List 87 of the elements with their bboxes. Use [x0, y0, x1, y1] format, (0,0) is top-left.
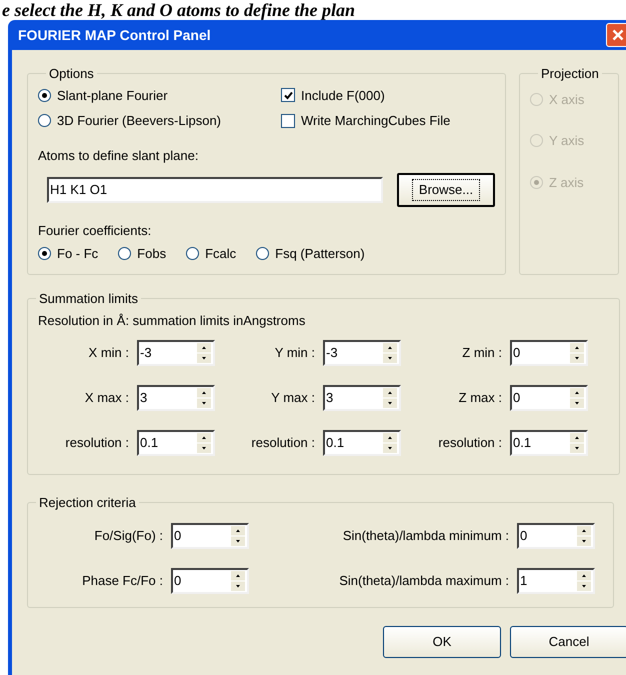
radio-label: Y axis: [549, 132, 584, 150]
field-label: Sin(theta)/lambda minimum :: [342, 526, 509, 545]
caption-text: e select the H, K and O atoms to define the plan: [1, 0, 356, 20]
field-value: 0: [173, 526, 182, 545]
radio-label: X axis: [549, 90, 584, 108]
spinner-arrows-icon[interactable]: [570, 433, 584, 453]
radio-button[interactable]: [186, 246, 200, 260]
field-label: resolution :: [251, 434, 315, 452]
field-value: 0: [512, 389, 522, 408]
radio-button[interactable]: [38, 114, 51, 128]
spinner-arrows-icon[interactable]: [570, 343, 584, 363]
field-value: 0: [519, 526, 528, 545]
spinner-arrows-icon[interactable]: [197, 433, 211, 453]
spin-field[interactable]: 3: [137, 385, 215, 411]
spinner-arrows-icon[interactable]: [197, 388, 211, 408]
field-label: resolution :: [438, 434, 502, 452]
field-value: 3: [325, 389, 334, 408]
browse-button[interactable]: Browse...: [397, 173, 495, 207]
note-text: Resolution in Å: summation limits inAngstroms: [37, 312, 306, 330]
spin-field[interactable]: 0.1: [137, 430, 215, 456]
spinner-arrows-icon[interactable]: [570, 388, 584, 408]
checkbox-label: Include F(000): [301, 86, 385, 105]
radio-label: Fcalc: [205, 244, 236, 262]
radio-label: Slant-plane Fourier: [57, 86, 168, 105]
close-icon: [612, 29, 624, 41]
spin-field[interactable]: 0: [171, 568, 249, 594]
spin-field[interactable]: 0: [510, 340, 588, 366]
spinner-arrows-icon[interactable]: [231, 570, 245, 590]
radio-label: Z axis: [549, 174, 584, 192]
radio-button[interactable]: [38, 246, 51, 260]
field-label: Z max :: [458, 389, 502, 408]
radio-button[interactable]: [118, 246, 132, 260]
field-value: 1: [519, 572, 528, 590]
field-value: -3: [325, 344, 339, 362]
window-title: FOURIER MAP Control Panel: [18, 26, 211, 44]
radio-label: Fsq (Patterson): [275, 244, 365, 263]
dialog-button[interactable]: Cancel: [510, 626, 626, 658]
field-label: Phase Fc/Fo :: [82, 572, 163, 590]
spin-field[interactable]: 0: [171, 522, 249, 548]
spinner-arrows-icon[interactable]: [231, 526, 245, 546]
group-title: Options: [48, 65, 95, 83]
field-label: Sin(theta)/lambda maximum :: [339, 572, 509, 590]
field-value: 0.1: [325, 434, 346, 452]
spin-field[interactable]: -3: [137, 340, 215, 366]
spinner-arrows-icon[interactable]: [383, 388, 397, 408]
radio-label: 3D Fourier (Beevers-Lipson): [57, 112, 222, 130]
field-value: 0.1: [139, 434, 160, 452]
spinner-arrows-icon[interactable]: [577, 526, 591, 546]
radio-label: Fo - Fc: [57, 244, 98, 262]
spin-field[interactable]: 0: [517, 522, 595, 548]
radio-button[interactable]: [38, 88, 51, 102]
check-icon: [284, 90, 292, 100]
radio-label: Fobs: [137, 244, 166, 262]
field-label: resolution :: [65, 434, 129, 452]
atoms-input[interactable]: H1 K1 O1: [47, 177, 383, 203]
field-value: 0.1: [512, 434, 532, 452]
field-label: Z min :: [462, 344, 502, 362]
spin-field[interactable]: 0.1: [323, 430, 401, 456]
spin-field[interactable]: 3: [323, 385, 401, 411]
spin-field[interactable]: 0: [510, 385, 588, 411]
group-title: Projection: [540, 65, 600, 83]
field-label: Y min :: [274, 344, 315, 362]
close-button[interactable]: [606, 23, 626, 47]
spin-field[interactable]: -3: [323, 340, 401, 366]
field-value: -3: [139, 344, 153, 362]
field-label: Fourier coefficients:: [38, 222, 152, 240]
field-label: X min :: [88, 344, 129, 362]
spinner-arrows-icon[interactable]: [383, 343, 397, 363]
spinner-arrows-icon[interactable]: [383, 433, 397, 453]
spinner-arrows-icon[interactable]: [197, 343, 211, 363]
checkbox[interactable]: [281, 88, 295, 102]
group-title: Summation limits: [38, 290, 139, 308]
field-label: X max :: [84, 389, 129, 408]
field-value: 3: [139, 389, 148, 408]
spin-field[interactable]: 1: [517, 568, 595, 594]
field-value: 0: [173, 572, 182, 590]
field-label: Y max :: [271, 389, 315, 408]
spin-field[interactable]: 0.1: [510, 430, 588, 456]
spinner-arrows-icon[interactable]: [577, 570, 591, 590]
checkbox-label: Write MarchingCubes File: [301, 112, 450, 130]
group-title: Rejection criteria: [38, 494, 137, 512]
checkbox[interactable]: [281, 114, 295, 128]
field-value: 0: [512, 344, 522, 362]
field-label: Fo/Sig(Fo) :: [94, 526, 163, 545]
radio-button[interactable]: [256, 246, 270, 260]
field-label: Atoms to define slant plane:: [38, 146, 200, 165]
dialog-button[interactable]: OK: [383, 626, 501, 658]
